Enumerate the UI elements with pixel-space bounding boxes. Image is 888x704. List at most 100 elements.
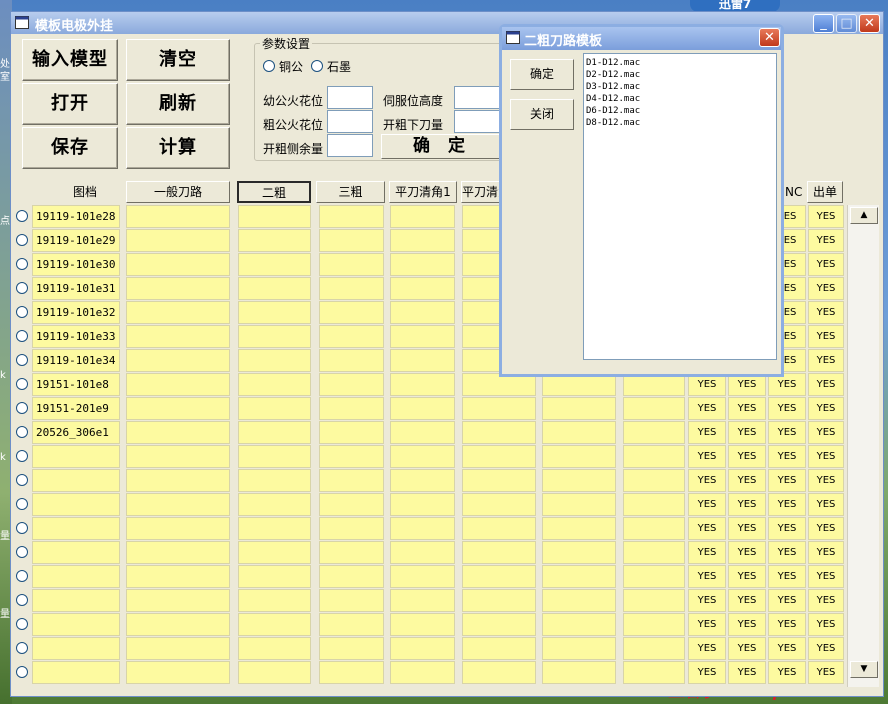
path-cell[interactable] [390, 493, 455, 516]
nc-cell[interactable]: YES [768, 589, 806, 612]
path-cell[interactable] [126, 589, 230, 612]
path-cell[interactable] [126, 373, 230, 396]
path-cell[interactable] [623, 565, 685, 588]
path-cell[interactable] [623, 517, 685, 540]
nc-cell[interactable]: YES [688, 445, 726, 468]
refresh-button[interactable]: 刷新 [126, 83, 230, 125]
nc-cell[interactable]: YES [768, 517, 806, 540]
nc-cell[interactable]: YES [688, 661, 726, 684]
path-cell[interactable] [462, 541, 536, 564]
path-cell[interactable] [462, 565, 536, 588]
file-name-cell[interactable] [32, 469, 120, 492]
dialog-close-button[interactable]: ✕ [759, 28, 780, 47]
path-cell[interactable] [126, 445, 230, 468]
graphite-radio[interactable] [311, 60, 323, 72]
path-cell[interactable] [390, 397, 455, 420]
column-header-nc[interactable]: NC [782, 181, 804, 203]
output-cell[interactable]: YES [808, 277, 844, 300]
path-cell[interactable] [238, 445, 311, 468]
nc-cell[interactable]: YES [728, 613, 766, 636]
path-cell[interactable] [319, 541, 384, 564]
nc-cell[interactable]: YES [728, 469, 766, 492]
row-select-radio[interactable] [16, 642, 28, 654]
path-cell[interactable] [390, 661, 455, 684]
file-name-cell[interactable] [32, 565, 120, 588]
path-cell[interactable] [238, 637, 311, 660]
path-cell[interactable] [126, 637, 230, 660]
path-cell[interactable] [623, 469, 685, 492]
path-cell[interactable] [238, 397, 311, 420]
nc-cell[interactable]: YES [768, 469, 806, 492]
nc-cell[interactable]: YES [728, 421, 766, 444]
output-cell[interactable]: YES [808, 469, 844, 492]
close-button[interactable]: ✕ [859, 14, 880, 33]
path-cell[interactable] [390, 445, 455, 468]
path-cell[interactable] [238, 469, 311, 492]
path-cell[interactable] [238, 277, 311, 300]
servo-height-input[interactable] [454, 86, 500, 109]
input-model-button[interactable]: 输入模型 [22, 39, 118, 81]
path-cell[interactable] [623, 589, 685, 612]
path-cell[interactable] [390, 325, 455, 348]
nc-cell[interactable]: YES [688, 541, 726, 564]
output-cell[interactable]: YES [808, 229, 844, 252]
path-cell[interactable] [623, 637, 685, 660]
path-cell[interactable] [542, 397, 616, 420]
nc-cell[interactable]: YES [688, 565, 726, 588]
path-cell[interactable] [319, 637, 384, 660]
calculate-button[interactable]: 计算 [126, 127, 230, 169]
row-select-radio[interactable] [16, 570, 28, 582]
save-button[interactable]: 保存 [22, 127, 118, 169]
nc-cell[interactable]: YES [768, 421, 806, 444]
file-name-cell[interactable]: 19119-101e33 [32, 325, 120, 348]
path-cell[interactable] [623, 445, 685, 468]
path-cell[interactable] [319, 421, 384, 444]
path-cell[interactable] [462, 445, 536, 468]
file-name-cell[interactable] [32, 637, 120, 660]
minimize-button[interactable]: _ [813, 14, 834, 33]
output-cell[interactable]: YES [808, 205, 844, 228]
path-cell[interactable] [126, 253, 230, 276]
path-cell[interactable] [542, 469, 616, 492]
template-list-item[interactable]: D4-D12.mac [586, 93, 774, 105]
dialog-ok-button[interactable]: 确定 [510, 59, 574, 90]
output-cell[interactable]: YES [808, 565, 844, 588]
nc-cell[interactable]: YES [688, 397, 726, 420]
output-cell[interactable]: YES [808, 589, 844, 612]
file-name-cell[interactable]: 19151-101e8 [32, 373, 120, 396]
path-cell[interactable] [319, 469, 384, 492]
output-cell[interactable]: YES [808, 421, 844, 444]
path-cell[interactable] [238, 517, 311, 540]
path-cell[interactable] [542, 517, 616, 540]
output-cell[interactable]: YES [808, 517, 844, 540]
nc-cell[interactable]: YES [768, 445, 806, 468]
path-cell[interactable] [623, 421, 685, 444]
row-select-radio[interactable] [16, 282, 28, 294]
nc-cell[interactable]: YES [728, 397, 766, 420]
file-name-cell[interactable]: 19119-101e28 [32, 205, 120, 228]
path-cell[interactable] [319, 517, 384, 540]
path-cell[interactable] [126, 325, 230, 348]
path-cell[interactable] [623, 397, 685, 420]
clear-button[interactable]: 清空 [126, 39, 230, 81]
path-cell[interactable] [319, 205, 384, 228]
path-cell[interactable] [462, 661, 536, 684]
nc-cell[interactable]: YES [768, 613, 806, 636]
path-cell[interactable] [390, 613, 455, 636]
path-cell[interactable] [319, 349, 384, 372]
path-cell[interactable] [126, 541, 230, 564]
path-cell[interactable] [319, 325, 384, 348]
file-name-cell[interactable]: 19119-101e31 [32, 277, 120, 300]
path-cell[interactable] [238, 301, 311, 324]
nc-cell[interactable]: YES [688, 493, 726, 516]
nc-cell[interactable]: YES [728, 493, 766, 516]
path-cell[interactable] [390, 253, 455, 276]
row-select-radio[interactable] [16, 666, 28, 678]
path-cell[interactable] [238, 229, 311, 252]
file-name-cell[interactable]: 19119-101e30 [32, 253, 120, 276]
template-list-item[interactable]: D8-D12.mac [586, 117, 774, 129]
path-cell[interactable] [126, 205, 230, 228]
grid-vertical-scrollbar[interactable]: ▲ ▼ [847, 205, 879, 687]
output-cell[interactable]: YES [808, 373, 844, 396]
nc-cell[interactable]: YES [728, 661, 766, 684]
